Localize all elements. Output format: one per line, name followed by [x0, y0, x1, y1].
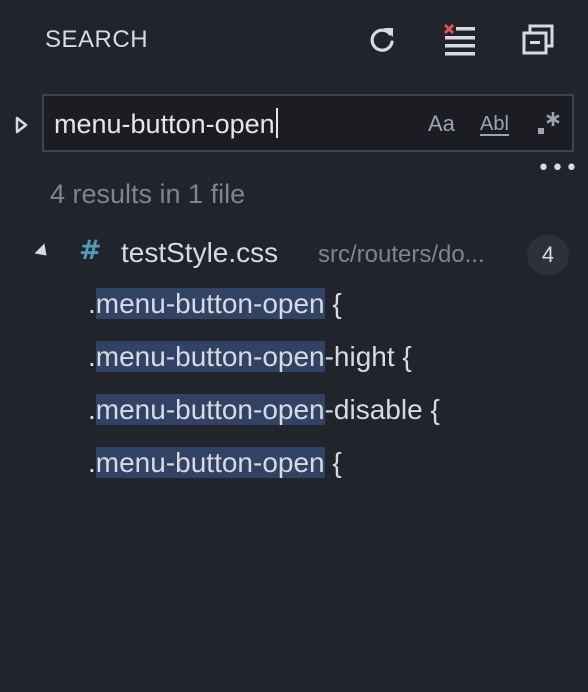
- search-input[interactable]: menu-button-open: [54, 105, 278, 143]
- match-suffix: -disable {: [324, 394, 440, 425]
- refresh-icon[interactable]: [364, 22, 400, 58]
- css-file-icon: #: [79, 235, 102, 266]
- match-line[interactable]: .menu-button-open-hight {: [88, 337, 412, 377]
- match-line[interactable]: .menu-button-open {: [88, 284, 342, 324]
- match-prefix: .: [88, 394, 96, 425]
- match-highlight: menu-button-open: [95, 394, 325, 425]
- whole-word-toggle[interactable]: Abl: [480, 108, 509, 140]
- regex-toggle[interactable]: [536, 108, 562, 140]
- panel-title: SEARCH: [45, 26, 149, 53]
- search-panel: SEARCH menu-button-open Aa Abl ••• 4 res…: [0, 0, 588, 692]
- expanded-twistie-icon[interactable]: [34, 243, 52, 261]
- match-suffix: {: [324, 288, 342, 319]
- collapse-all-icon[interactable]: [520, 22, 556, 58]
- match-line[interactable]: .menu-button-open {: [88, 443, 342, 483]
- match-highlight: menu-button-open: [95, 447, 325, 478]
- match-prefix: .: [88, 447, 96, 478]
- match-prefix: .: [88, 288, 96, 319]
- regex-icon: [538, 112, 560, 134]
- search-input-value: menu-button-open: [54, 109, 275, 139]
- file-path: src/routers/do...: [318, 241, 485, 268]
- match-prefix: .: [88, 341, 96, 372]
- file-name: testStyle.css: [121, 237, 279, 268]
- match-case-toggle[interactable]: Aa: [428, 108, 455, 140]
- more-options-ellipsis-icon[interactable]: •••: [537, 158, 579, 180]
- match-line[interactable]: .menu-button-open-disable {: [88, 390, 440, 430]
- clear-all-icon[interactable]: [442, 22, 478, 58]
- match-suffix: {: [324, 447, 342, 478]
- toggle-replace-chevron-right-icon[interactable]: [13, 115, 29, 135]
- results-summary: 4 results in 1 file: [50, 179, 246, 209]
- match-count-badge: 4: [527, 235, 569, 275]
- search-box: menu-button-open Aa Abl: [42, 94, 574, 152]
- match-suffix: -hight {: [324, 341, 412, 372]
- text-caret: [275, 108, 278, 138]
- file-result-row[interactable]: # testStyle.css src/routers/do... 4: [0, 232, 588, 278]
- match-highlight: menu-button-open: [95, 288, 325, 319]
- match-highlight: menu-button-open: [95, 341, 325, 372]
